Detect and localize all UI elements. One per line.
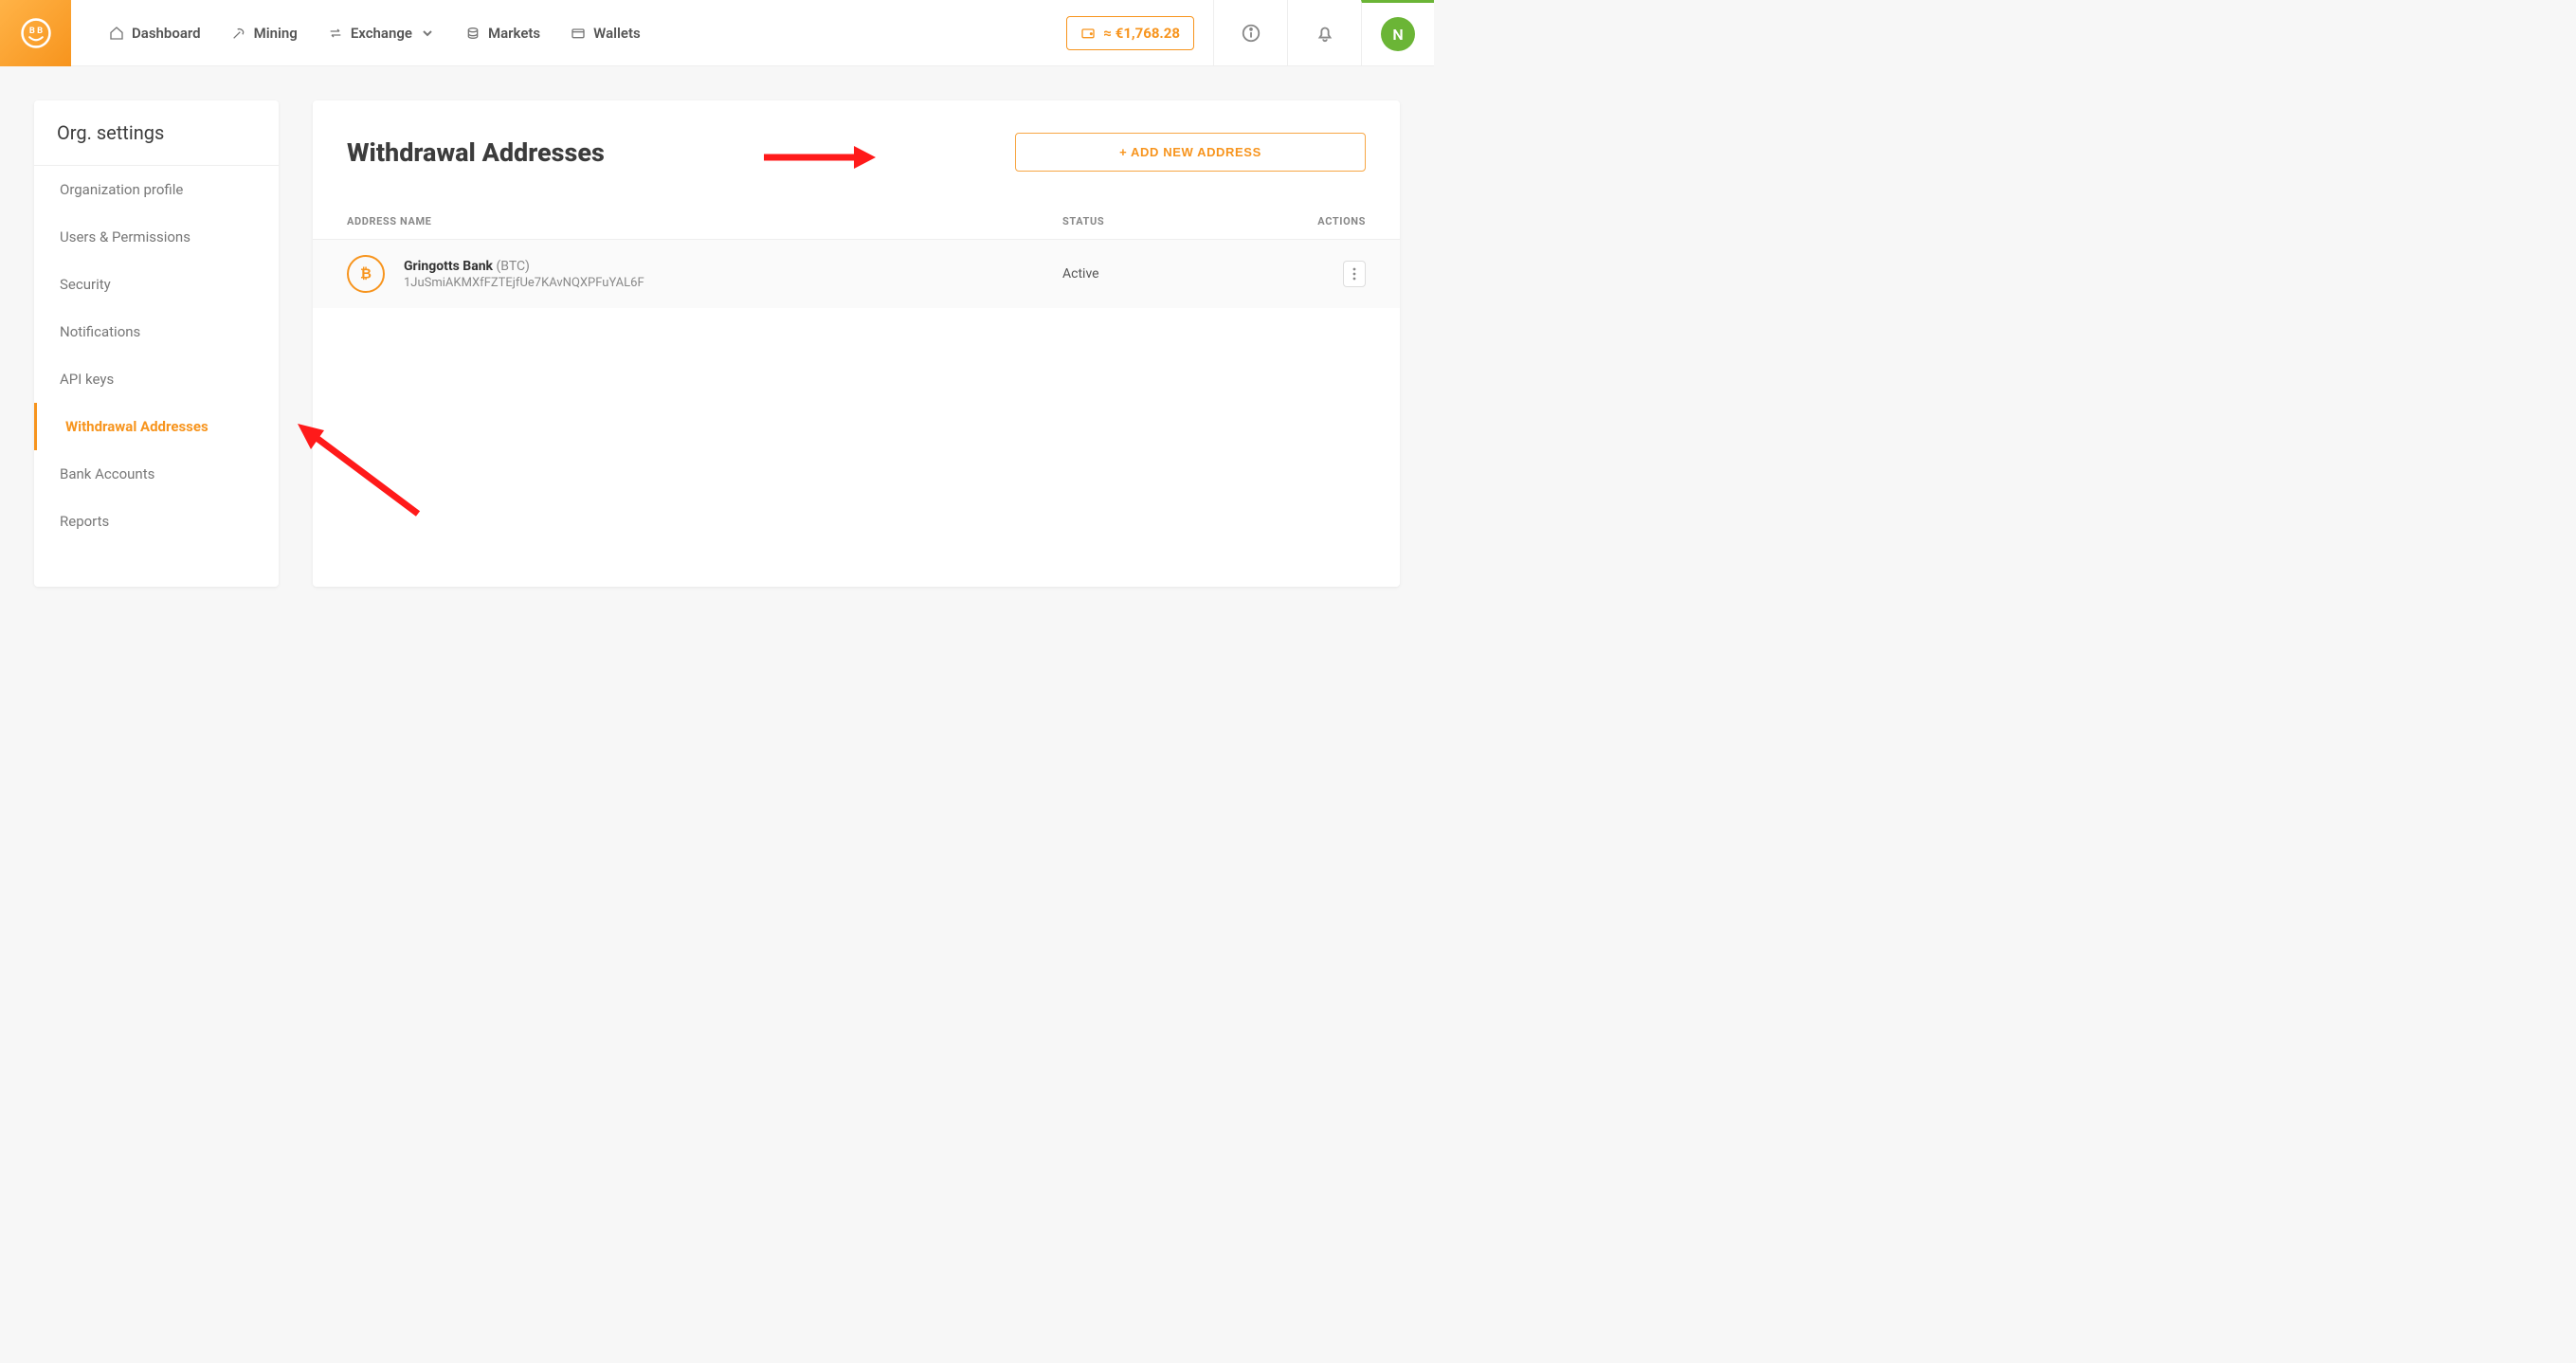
brand-logo[interactable]: B B xyxy=(0,0,71,66)
address-info: Gringotts Bank (BTC) 1JuSmiAKMXfFZTEjfUe… xyxy=(404,259,1062,290)
info-icon xyxy=(1241,23,1261,44)
sidebar-item-label: Users & Permissions xyxy=(60,228,190,245)
sidebar-item-security[interactable]: Security xyxy=(34,261,279,308)
user-avatar: N xyxy=(1381,17,1415,51)
nav-links: Dashboard Mining Exchange Markets Wallet… xyxy=(71,0,641,65)
chevron-down-icon xyxy=(420,26,435,41)
sidebar-item-api-keys[interactable]: API keys xyxy=(34,355,279,403)
sidebar-item-bank-accounts[interactable]: Bank Accounts xyxy=(34,450,279,498)
address-label: Gringotts Bank xyxy=(404,259,493,274)
sidebar-item-users[interactable]: Users & Permissions xyxy=(34,213,279,261)
smiley-logo-icon: B B xyxy=(20,17,52,49)
sidebar-item-label: Security xyxy=(60,276,111,293)
wallet-icon xyxy=(571,26,586,41)
nav-mining-label: Mining xyxy=(254,25,298,42)
stack-icon xyxy=(465,26,481,41)
table-header: ADDRESS NAME STATUS ACTIONS xyxy=(313,189,1400,240)
nav-dashboard-label: Dashboard xyxy=(132,25,201,42)
nav-markets[interactable]: Markets xyxy=(465,25,540,42)
workspace: Org. settings Organization profile Users… xyxy=(0,66,1434,621)
sidebar-item-label: Organization profile xyxy=(60,181,183,198)
address-name-line: Gringotts Bank (BTC) xyxy=(404,259,1062,274)
nav-mining[interactable]: Mining xyxy=(231,25,298,42)
sidebar-header: Org. settings xyxy=(34,100,279,166)
bell-icon xyxy=(1315,23,1335,44)
wallet-small-icon xyxy=(1080,26,1096,41)
sidebar-item-withdrawal-addresses[interactable]: Withdrawal Addresses xyxy=(34,403,279,450)
svg-text:B B: B B xyxy=(28,26,42,36)
nav-exchange-label: Exchange xyxy=(351,25,412,42)
nav-wallets[interactable]: Wallets xyxy=(571,25,641,42)
settings-sidebar: Org. settings Organization profile Users… xyxy=(34,100,279,587)
home-icon xyxy=(109,26,124,41)
avatar-cell[interactable]: N xyxy=(1361,0,1434,66)
actions-cell xyxy=(1290,261,1366,287)
sidebar-item-label: Reports xyxy=(60,513,109,530)
address-hash: 1JuSmiAKMXfFZTEjfUe7KAvNQXPFuYAL6F xyxy=(404,276,1062,290)
page-title: Withdrawal Addresses xyxy=(347,137,605,168)
sidebar-item-label: Withdrawal Addresses xyxy=(65,418,209,435)
col-header-actions: ACTIONS xyxy=(1290,215,1366,227)
col-header-name: ADDRESS NAME xyxy=(347,215,1062,227)
balance-value: ≈ €1,768.28 xyxy=(1103,25,1180,42)
panel-header: Withdrawal Addresses + ADD NEW ADDRESS xyxy=(313,100,1400,189)
address-symbol: (BTC) xyxy=(497,259,530,274)
nav-exchange[interactable]: Exchange xyxy=(328,25,435,42)
status-value: Active xyxy=(1062,266,1290,282)
nav-dashboard[interactable]: Dashboard xyxy=(109,25,201,42)
add-new-address-button[interactable]: + ADD NEW ADDRESS xyxy=(1015,133,1366,172)
table-row: ₿ Gringotts Bank (BTC) 1JuSmiAKMXfFZTEjf… xyxy=(313,240,1400,308)
avatar-initial: N xyxy=(1392,26,1403,44)
row-actions-menu[interactable] xyxy=(1343,261,1366,287)
nav-markets-label: Markets xyxy=(488,25,540,42)
pickaxe-icon xyxy=(231,26,246,41)
bitcoin-icon: ₿ xyxy=(347,255,385,293)
nav-wallets-label: Wallets xyxy=(593,25,641,42)
sidebar-item-reports[interactable]: Reports xyxy=(34,498,279,545)
notifications-button[interactable] xyxy=(1287,0,1361,66)
info-button[interactable] xyxy=(1213,0,1287,66)
sidebar-item-notifications[interactable]: Notifications xyxy=(34,308,279,355)
balance-chip[interactable]: ≈ €1,768.28 xyxy=(1066,16,1194,50)
btc-glyph-icon: ₿ xyxy=(355,264,376,284)
main-panel: Withdrawal Addresses + ADD NEW ADDRESS A… xyxy=(313,100,1400,587)
swap-icon xyxy=(328,26,343,41)
col-header-status: STATUS xyxy=(1062,215,1290,227)
kebab-icon xyxy=(1352,267,1356,281)
sidebar-item-label: Bank Accounts xyxy=(60,465,154,482)
top-nav: B B Dashboard Mining Exchange Markets Wa… xyxy=(0,0,1434,66)
sidebar-item-org-profile[interactable]: Organization profile xyxy=(34,166,279,213)
nav-right: ≈ €1,768.28 N xyxy=(1066,0,1434,65)
sidebar-item-label: API keys xyxy=(60,371,114,388)
svg-text:₿: ₿ xyxy=(360,265,372,282)
sidebar-item-label: Notifications xyxy=(60,323,140,340)
